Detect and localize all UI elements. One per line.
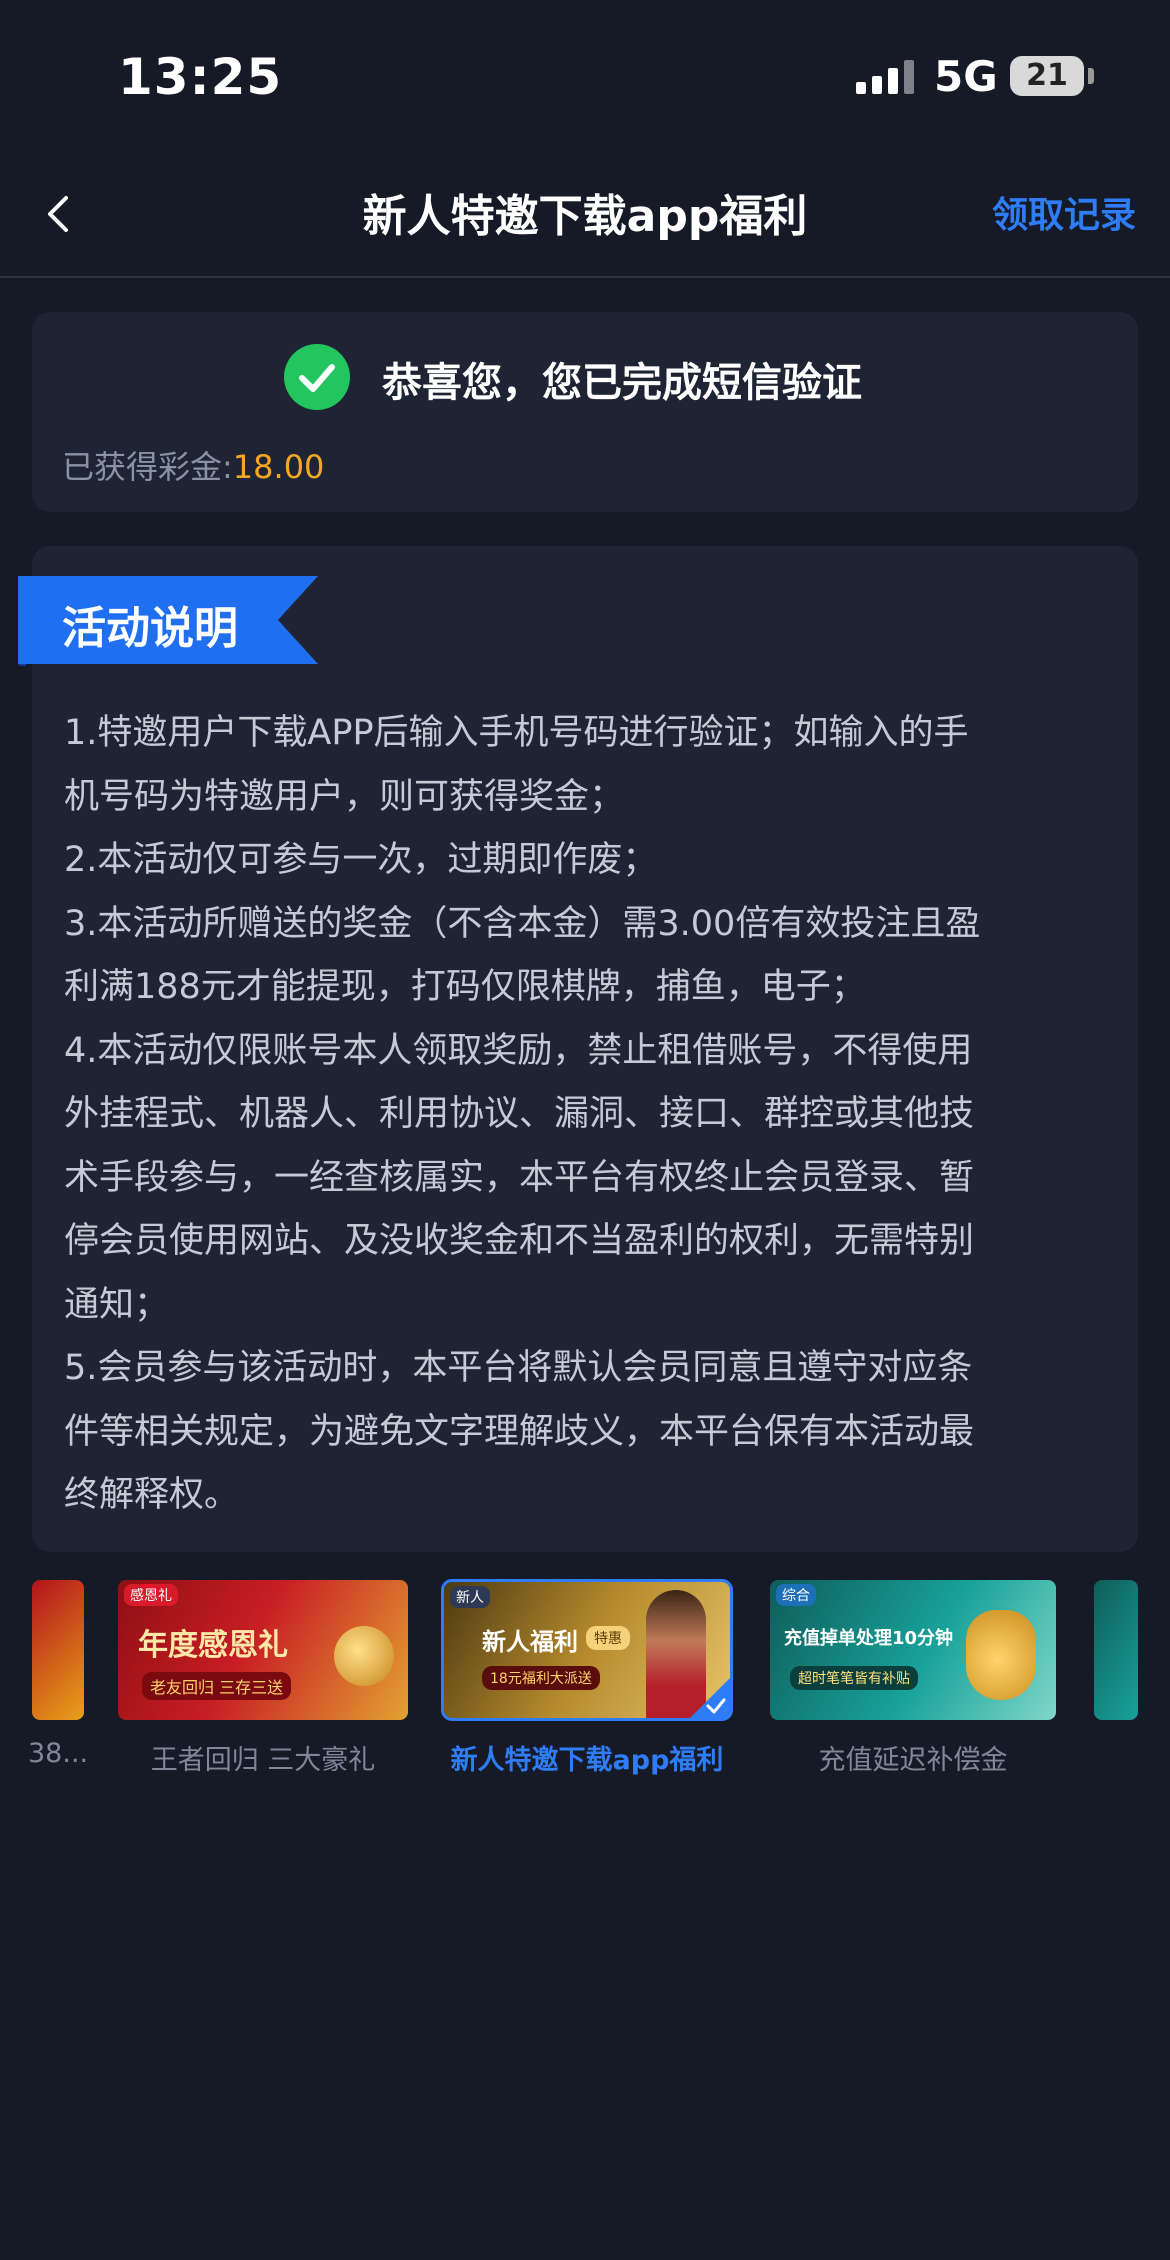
rule-line: 5.会员参与该活动时，本平台将默认会员同意且遵守对应条 <box>64 1348 973 1388</box>
rule-line: 1.特邀用户下载APP后输入手机号码进行验证；如输入的手 <box>64 713 969 753</box>
status-time: 13:25 <box>118 48 283 106</box>
rule-line: 4.本活动仅限账号本人领取奖励，禁止租借账号，不得使用 <box>64 1030 973 1071</box>
rule-line: 停会员使用网站、及没收奖金和不当盈利的权利，无需特别 <box>64 1221 975 1261</box>
rule-line: 术手段参与，一经查核属实，本平台有权终止会员登录、暂 <box>64 1157 975 1198</box>
verification-success-card: 恭喜您，您已完成短信验证 已获得彩金:18.00 <box>32 312 1138 512</box>
banner-title: 充值掉单处理10分钟 <box>784 1628 954 1649</box>
promo-tag: 感恩礼 <box>124 1584 178 1606</box>
promo-carousel[interactable]: 38... 感恩礼 年度感恩礼 老友回归 三存三送 王者回归 三大豪礼 新人 新… <box>0 1579 1170 1780</box>
money-bag-icon <box>966 1610 1036 1700</box>
promo-banner: 新人 新人福利 特惠 18元福利大派送 <box>441 1579 733 1721</box>
rule-line: 终解释权。 <box>64 1475 240 1515</box>
banner-subtitle: 超时笔笔皆有补贴 <box>790 1666 918 1690</box>
earned-amount: 18.00 <box>232 448 325 486</box>
rule-line: 件等相关规定，为避免文字理解歧义，本平台保有本活动最 <box>64 1411 975 1452</box>
banner-subtitle: 老友回归 三存三送 <box>142 1672 292 1700</box>
promo-label: 王者回归 三大豪礼 <box>150 1745 376 1776</box>
promo-tag: 综合 <box>776 1584 816 1606</box>
battery-icon: 21 <box>1010 56 1084 96</box>
banner-title: 年度感恩礼 <box>138 1628 288 1663</box>
selected-check-icon <box>690 1678 730 1718</box>
rule-line: 2.本活动仅可参与一次，过期即作废； <box>64 840 658 880</box>
activity-heading: 活动说明 <box>62 603 238 654</box>
gold-coins-icon <box>334 1626 394 1686</box>
rule-line: 外挂程式、机器人、利用协议、漏洞、接口、群控或其他技 <box>64 1094 975 1134</box>
status-bar: 13:25 5G 21 <box>0 0 1170 150</box>
promo-banner: 综合 充值掉单处理10分钟 超时笔笔皆有补贴 <box>770 1580 1056 1720</box>
promo-label: 充值延迟补偿金 <box>818 1745 1008 1776</box>
promo-tag: 新人 <box>450 1586 490 1608</box>
activity-rules: 1.特邀用户下载APP后输入手机号码进行验证；如输入的手 机号码为特邀用户，则可… <box>64 702 1114 1528</box>
network-type: 5G <box>934 52 998 101</box>
promo-label: 38... <box>28 1738 89 1769</box>
activity-ribbon: 活动说明 <box>18 576 318 666</box>
check-circle-icon <box>284 344 350 410</box>
battery-level: 21 <box>1026 58 1068 93</box>
success-message: 恭喜您，您已完成短信验证 <box>382 360 862 406</box>
promo-label: 新人特邀下载app福利 <box>450 1745 724 1776</box>
rule-line: 利满188元才能提现，打码仅限棋牌，捕鱼，电子； <box>64 967 866 1007</box>
claim-record-link[interactable]: 领取记录 <box>992 186 1136 238</box>
promo-banner <box>32 1580 84 1720</box>
earned-label: 已获得彩金: <box>62 448 233 486</box>
rule-line: 通知； <box>64 1284 170 1325</box>
banner-badge: 特惠 <box>586 1626 630 1650</box>
promo-banner: 感恩礼 年度感恩礼 老友回归 三存三送 <box>118 1580 408 1720</box>
rule-line: 3.本活动所赠送的奖金（不含本金）需3.00倍有效投注且盈 <box>64 903 981 944</box>
promo-banner <box>1094 1580 1138 1720</box>
rule-line: 机号码为特邀用户，则可获得奖金； <box>64 776 625 817</box>
banner-subtitle: 18元福利大派送 <box>482 1666 600 1690</box>
nav-header: 新人特邀下载app福利 领取记录 <box>0 150 1170 278</box>
signal-icon <box>856 60 914 94</box>
banner-title: 新人福利 <box>482 1628 578 1656</box>
earned-bonus: 已获得彩金:18.00 <box>62 442 324 488</box>
battery-tip <box>1088 68 1094 84</box>
